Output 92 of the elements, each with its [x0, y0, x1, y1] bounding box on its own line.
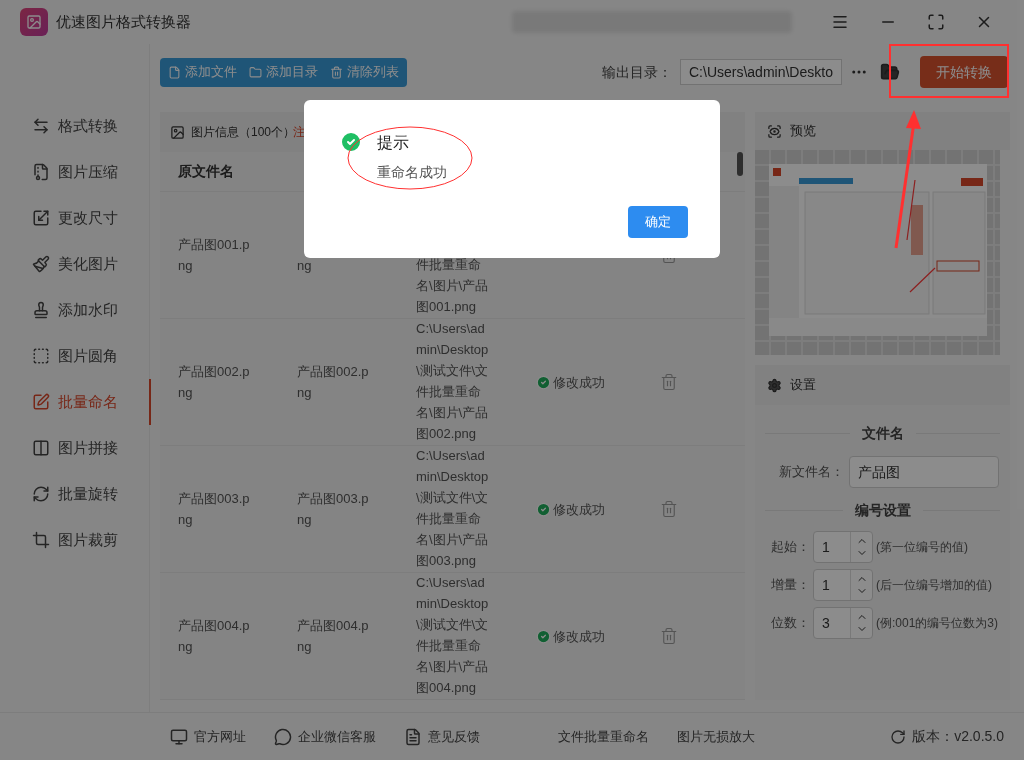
- table-row[interactable]: 产品图003.png 产品图003.png C:\Users\admin\Desktop\测试文件\文件批量重命名\图片\产品图003.png 修改成功: [160, 446, 745, 573]
- preview-title: 预览: [790, 122, 816, 141]
- image-icon: [170, 124, 185, 140]
- settings-icon: [767, 377, 782, 393]
- table-cell-text: C:\Users\admin\Desktop\测试文件\文件批量重命名\图片\产品图004.png: [416, 574, 490, 697]
- toolbar-button[interactable]: 清除列表: [330, 62, 399, 82]
- check-icon: [536, 628, 551, 644]
- footer-link[interactable]: 官方网址: [170, 726, 246, 747]
- dialog-title: 提示: [377, 133, 410, 153]
- status-text: 修改成功: [553, 500, 605, 519]
- settings-title: 设置: [790, 376, 816, 395]
- table-cell-text: C:\Users\admin\Desktop\测试文件\文件批量重命名\图片\产品图002.png: [416, 320, 490, 443]
- arrows-icon: [32, 117, 50, 135]
- crop-icon: [32, 531, 50, 549]
- start-convert-button[interactable]: 开始转换: [920, 56, 1008, 88]
- delete-icon[interactable]: [660, 500, 678, 518]
- sidebar-item[interactable]: 图片裁剪: [0, 517, 149, 563]
- file-icon: [168, 65, 181, 79]
- refresh-icon: [32, 485, 50, 503]
- sidebar-item[interactable]: 更改尺寸: [0, 195, 149, 241]
- field-label: 增量：: [770, 576, 811, 595]
- edit-icon: [32, 393, 50, 411]
- field-label: 新文件名：: [779, 463, 845, 482]
- check-icon: [536, 374, 551, 390]
- table-cell-text: 产品图003.png: [297, 490, 369, 529]
- window-title: 优速图片格式转换器: [56, 11, 191, 32]
- delete-icon[interactable]: [660, 373, 678, 391]
- update-icon[interactable]: [890, 728, 907, 745]
- brush-icon: [32, 255, 50, 273]
- resize-icon: [32, 209, 50, 227]
- table-cell-text: 件批量重命名\图片\产品图001.png: [416, 256, 490, 316]
- table-cell-text: 产品图003.png: [178, 490, 250, 529]
- eye-icon: [767, 123, 782, 139]
- dashed-square-icon: [32, 347, 50, 365]
- table-row[interactable]: 产品图002.png 产品图002.png C:\Users\admin\Desktop\测试文件\文件批量重命名\图片\产品图002.png 修改成功: [160, 319, 745, 446]
- number-spinner[interactable]: 1: [813, 531, 873, 563]
- footer-link[interactable]: 图片无损放大: [677, 726, 755, 747]
- section-heading: 文件名: [861, 424, 904, 443]
- success-icon: [339, 130, 363, 154]
- confirm-button[interactable]: 确定: [628, 206, 688, 238]
- dialog-message: 重命名成功: [377, 163, 447, 182]
- sidebar-item[interactable]: 批量命名: [0, 379, 151, 425]
- sidebar-item[interactable]: 图片压缩: [0, 149, 149, 195]
- sidebar-item[interactable]: 美化图片: [0, 241, 149, 287]
- toolbar-button[interactable]: 添加目录: [249, 62, 318, 82]
- status-text: 修改成功: [553, 373, 605, 392]
- field-hint: (例:001的编号位数为3): [876, 615, 999, 632]
- chat-icon: [274, 727, 292, 746]
- trash-icon: [330, 65, 343, 79]
- folder-icon[interactable]: [880, 62, 900, 82]
- scrollbar-thumb[interactable]: [737, 152, 743, 176]
- sidebar-item[interactable]: 添加水印: [0, 287, 149, 333]
- sidebar-item[interactable]: 图片拼接: [0, 425, 149, 471]
- footer-link[interactable]: 意见反馈: [404, 726, 480, 747]
- field-label: 起始：: [770, 538, 811, 557]
- filename-field[interactable]: 产品图: [849, 456, 999, 488]
- field-label: 位数：: [770, 614, 811, 633]
- field-hint: (后一位编号增加的值): [876, 577, 992, 594]
- number-spinner[interactable]: 3: [813, 607, 873, 639]
- check-icon: [536, 501, 551, 517]
- sidebar-item[interactable]: 格式转换: [0, 103, 149, 149]
- number-spinner[interactable]: 1: [813, 569, 873, 601]
- document-icon: [404, 727, 422, 746]
- monitor-icon: [170, 727, 188, 746]
- app-logo-icon: [20, 8, 48, 36]
- output-path-field[interactable]: C:\Users\admin\Deskto: [680, 59, 842, 85]
- table-cell-text: ng: [297, 257, 313, 275]
- status-text: 修改成功: [553, 627, 605, 646]
- table-row[interactable]: 产品图004.png 产品图004.png C:\Users\admin\Desktop\测试文件\文件批量重命名\图片\产品图004.png 修改成功: [160, 573, 745, 700]
- table-cell-text: 产品图004.png: [297, 617, 369, 656]
- table-cell-text: 产品图002.png: [178, 363, 250, 402]
- delete-icon[interactable]: [660, 627, 678, 645]
- maximize-icon[interactable]: [927, 13, 945, 31]
- table-cell-text: C:\Users\admin\Desktop\测试文件\文件批量重命名\图片\产品图003.png: [416, 447, 490, 570]
- folder-icon: [249, 65, 262, 79]
- toolbar-button[interactable]: 添加文件: [168, 62, 237, 82]
- archive-icon: [32, 163, 50, 181]
- columns-icon: [32, 439, 50, 457]
- table-cell-text: 产品图001.png: [178, 236, 250, 275]
- section-heading: 编号设置: [854, 501, 911, 520]
- version-text: 版本：v2.0.5.0: [912, 727, 1004, 746]
- column-header: 原文件名: [177, 162, 235, 181]
- sidebar-item[interactable]: 批量旋转: [0, 471, 149, 517]
- menu-icon[interactable]: [831, 13, 849, 31]
- table-cell-text: 产品图004.png: [178, 617, 250, 656]
- output-directory-label: 输出目录：: [602, 62, 672, 82]
- field-hint: (第一位编号的值): [876, 539, 968, 556]
- sidebar-item[interactable]: 图片圆角: [0, 333, 149, 379]
- table-cell-text: 产品图002.png: [297, 363, 369, 402]
- footer-link[interactable]: 企业微信客服: [274, 726, 376, 747]
- footer-link[interactable]: 文件批量重命名: [558, 726, 649, 747]
- stamp-icon: [32, 301, 50, 319]
